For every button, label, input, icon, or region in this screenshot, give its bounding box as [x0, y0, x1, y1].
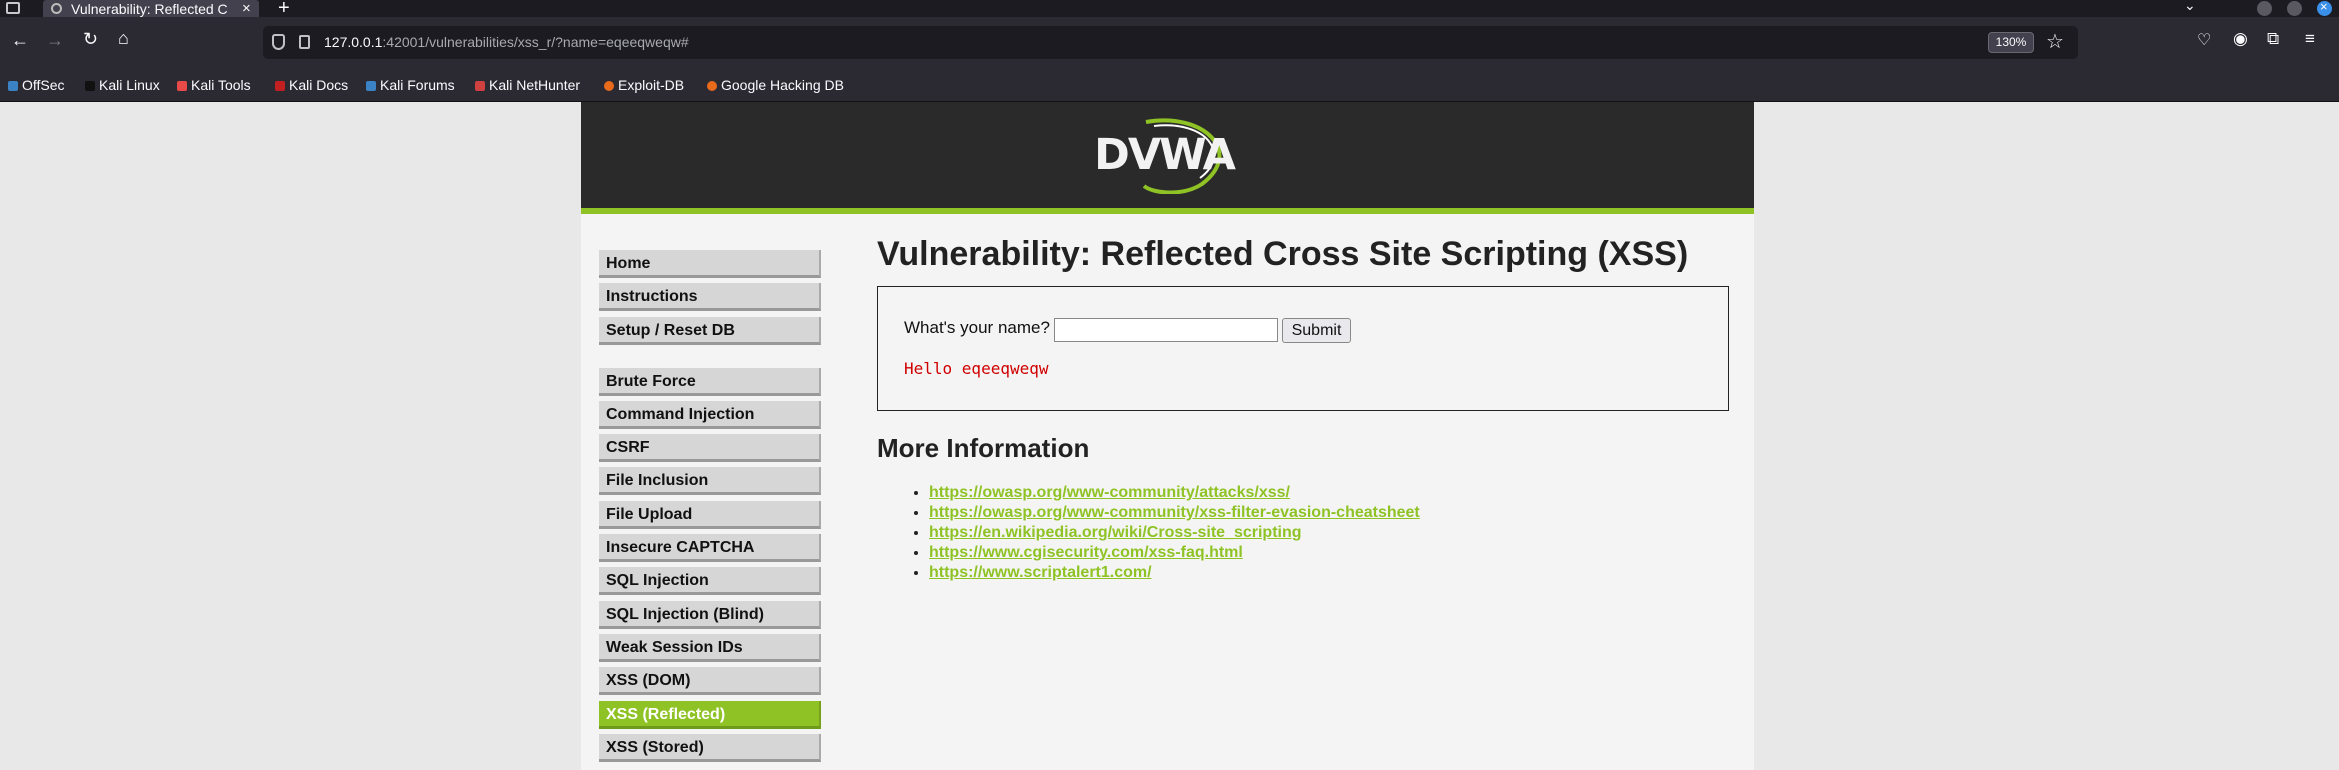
navigation-toolbar: ← → ↻ ⌂ 127.0.0.1:42001/vulnerabilities/… [0, 17, 2339, 68]
kali-linux-icon [85, 81, 95, 91]
menu-item-setup-reset-db[interactable]: Setup / Reset DB [599, 316, 821, 345]
tab-title: Vulnerability: Reflected C [71, 1, 228, 17]
reload-icon[interactable]: ↻ [83, 29, 98, 50]
menu-item-xss-dom[interactable]: XSS (DOM) [599, 667, 821, 696]
bookmark-label: Kali Linux [99, 77, 160, 93]
list-item: https://owasp.org/www-community/attacks/… [929, 483, 1737, 503]
bookmark-label: Kali Docs [289, 77, 349, 93]
dvwa-header: DVWA [581, 102, 1754, 214]
menu-item-insecure-captcha[interactable]: Insecure CAPTCHA [599, 534, 821, 563]
menu-group-vulnerabilities: Brute Force Command Injection CSRF File … [599, 367, 821, 762]
firefox-view-icon[interactable] [6, 2, 20, 14]
list-item: https://www.scriptalert1.com/ [929, 563, 1737, 583]
menu-item-weak-session-ids[interactable]: Weak Session IDs [599, 633, 821, 662]
menu-item-sql-injection-blind[interactable]: SQL Injection (Blind) [599, 600, 821, 629]
url-bar[interactable]: 127.0.0.1:42001/vulnerabilities/xss_r/?n… [263, 26, 2078, 59]
more-info-link[interactable]: https://owasp.org/www-community/xss-filt… [929, 504, 1420, 521]
menu-item-file-upload[interactable]: File Upload [599, 500, 821, 529]
url-text[interactable]: 127.0.0.1:42001/vulnerabilities/xss_r/?n… [324, 34, 689, 50]
extensions-icon[interactable]: ⧉ [2267, 29, 2279, 49]
menu-item-home[interactable]: Home [599, 250, 821, 278]
more-info-link[interactable]: https://www.scriptalert1.com/ [929, 564, 1152, 581]
more-info-link[interactable]: https://www.cgisecurity.com/xss-faq.html [929, 544, 1243, 561]
more-info-link[interactable]: https://en.wikipedia.org/wiki/Cross-site… [929, 524, 1302, 541]
pocket-icon[interactable]: ♡ [2197, 30, 2211, 50]
menu-item-brute-force[interactable]: Brute Force [599, 367, 821, 396]
kali-tools-icon [177, 81, 187, 91]
maximize-icon[interactable] [2287, 1, 2302, 16]
menu-item-xss-reflected[interactable]: XSS (Reflected) [599, 700, 821, 729]
forward-icon: → [46, 30, 64, 50]
list-all-tabs-icon[interactable]: ⌄ [2184, 0, 2196, 14]
bookmark-label: OffSec [22, 77, 65, 93]
sidebar-menu: Home Instructions Setup / Reset DB Brute… [599, 250, 821, 770]
logo-text: DVWA [1094, 130, 1236, 180]
menu-item-sql-injection[interactable]: SQL Injection [599, 567, 821, 596]
bookmark-kali-tools[interactable]: Kali Tools [177, 77, 251, 93]
bookmark-label: Kali Forums [380, 77, 455, 93]
list-item: https://www.cgisecurity.com/xss-faq.html [929, 543, 1737, 563]
reflected-output: Hello eqeeqweqw [904, 359, 1049, 378]
tab-bar: Vulnerability: Reflected C × + ⌄ × [0, 0, 2339, 19]
bookmark-label: Google Hacking DB [721, 77, 844, 93]
bookmark-google-hacking-db[interactable]: Google Hacking DB [707, 77, 844, 93]
tracking-protection-icon[interactable] [272, 34, 285, 50]
vulnerable-code-area: What's your name? Submit Hello eqeeqweqw [877, 286, 1729, 411]
account-icon[interactable]: ◉ [2233, 29, 2248, 49]
tab-favicon-icon [51, 3, 62, 14]
minimize-icon[interactable] [2257, 1, 2272, 16]
offsec-icon [8, 81, 18, 91]
bookmark-offsec[interactable]: OffSec [8, 77, 65, 93]
bookmark-kali-docs[interactable]: Kali Docs [275, 77, 348, 93]
submit-button[interactable]: Submit [1282, 318, 1351, 343]
url-path: :42001/vulnerabilities/xss_r/?name=eqeeq… [382, 34, 689, 50]
bookmark-exploit-db[interactable]: Exploit-DB [604, 77, 684, 93]
bookmarks-toolbar: OffSec Kali Linux Kali Tools Kali Docs K… [0, 68, 2339, 102]
name-label: What's your name? [904, 318, 1050, 337]
back-icon[interactable]: ← [11, 30, 29, 51]
url-host: 127.0.0.1 [324, 34, 383, 50]
menu-item-instructions[interactable]: Instructions [599, 283, 821, 312]
bookmark-label: Kali NetHunter [489, 77, 581, 93]
main-body: Vulnerability: Reflected Cross Site Scri… [877, 232, 1737, 583]
tab-close-icon[interactable]: × [242, 0, 251, 17]
bookmark-kali-forums[interactable]: Kali Forums [366, 77, 455, 93]
menu-item-xss-stored[interactable]: XSS (Stored) [599, 733, 821, 762]
home-icon[interactable]: ⌂ [118, 28, 129, 49]
page-title: Vulnerability: Reflected Cross Site Scri… [877, 235, 1689, 273]
kali-nethunter-icon [475, 81, 485, 91]
menu-group-setup: Home Instructions Setup / Reset DB [599, 250, 821, 345]
dvwa-logo: DVWA [1094, 114, 1236, 194]
google-hacking-db-icon [707, 81, 717, 91]
list-item: https://en.wikipedia.org/wiki/Cross-site… [929, 523, 1737, 543]
menu-item-csrf[interactable]: CSRF [599, 434, 821, 463]
more-info-link[interactable]: https://owasp.org/www-community/attacks/… [929, 484, 1290, 501]
exploit-db-icon [604, 81, 614, 91]
page-info-icon[interactable] [299, 35, 310, 49]
bookmark-kali-nethunter[interactable]: Kali NetHunter [475, 77, 580, 93]
list-item: https://owasp.org/www-community/xss-filt… [929, 503, 1737, 523]
more-info-heading: More Information [877, 433, 1090, 463]
page-viewport: DVWA Home Instructions Setup / Reset DB … [0, 102, 2339, 770]
kali-forums-icon [366, 81, 376, 91]
bookmark-kali-linux[interactable]: Kali Linux [85, 77, 160, 93]
bookmark-label: Exploit-DB [618, 77, 685, 93]
bookmark-star-icon[interactable]: ☆ [2046, 29, 2064, 54]
menu-item-command-injection[interactable]: Command Injection [599, 400, 821, 429]
dvwa-container: DVWA Home Instructions Setup / Reset DB … [581, 102, 1754, 770]
tab-active[interactable]: Vulnerability: Reflected C × [43, 0, 259, 17]
name-input[interactable] [1054, 318, 1278, 342]
kali-docs-icon [275, 81, 285, 91]
menu-icon[interactable]: ≡ [2305, 29, 2315, 49]
zoom-level[interactable]: 130% [1988, 32, 2034, 53]
window-close-icon[interactable]: × [2317, 0, 2332, 16]
more-info-list: https://owasp.org/www-community/attacks/… [929, 483, 1737, 583]
menu-item-file-inclusion[interactable]: File Inclusion [599, 467, 821, 496]
bookmark-label: Kali Tools [191, 77, 251, 93]
